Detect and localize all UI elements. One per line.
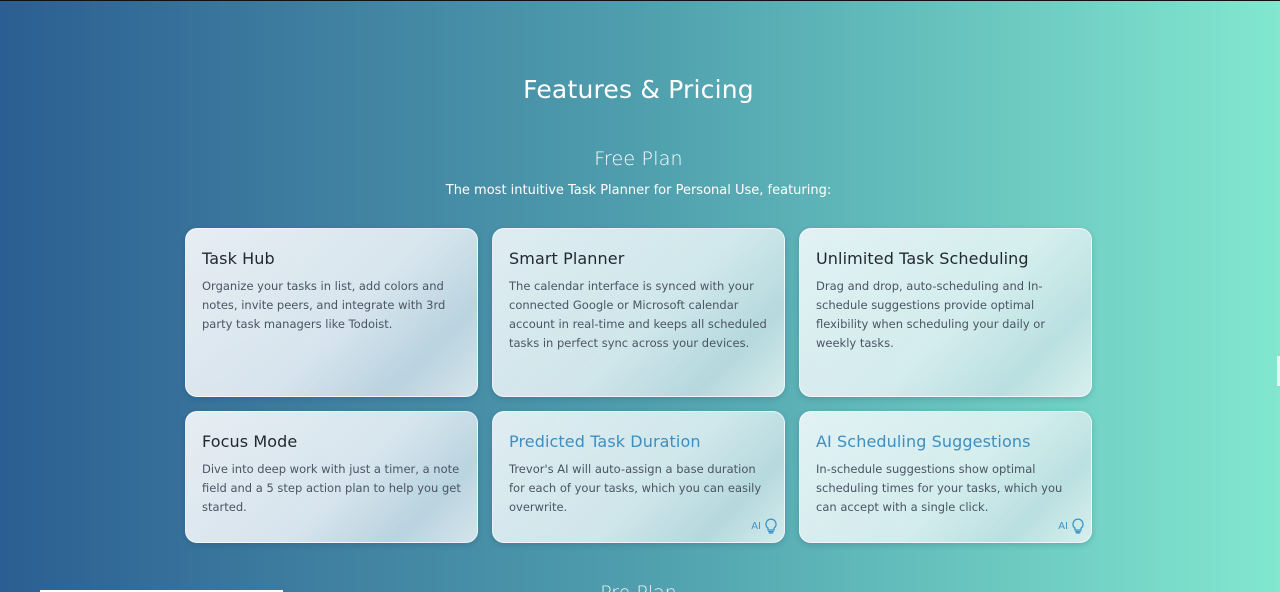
feature-card-smart-planner: Smart Planner The calendar interface is …	[492, 228, 785, 397]
plan-subtitle: The most intuitive Task Planner for Pers…	[445, 183, 832, 198]
feature-card-unlimited-scheduling: Unlimited Task Scheduling Drag and drop,…	[799, 228, 1092, 397]
feature-title: Unlimited Task Scheduling	[816, 249, 1029, 268]
ai-badge-label: AI	[751, 520, 761, 532]
feature-description: The calendar interface is synced with yo…	[509, 279, 767, 350]
lightbulb-icon	[1071, 518, 1085, 534]
feature-grid: Task Hub Organize your tasks in list, ad…	[185, 228, 1092, 543]
feature-card-focus-mode: Focus Mode Dive into deep work with just…	[185, 411, 478, 543]
ai-badge: AI	[751, 518, 778, 534]
feature-description: In-schedule suggestions show optimal sch…	[816, 462, 1063, 514]
feature-title: AI Scheduling Suggestions	[816, 432, 1031, 451]
feature-title: Smart Planner	[509, 249, 625, 268]
feature-title: Focus Mode	[202, 432, 298, 451]
feature-description: Drag and drop, auto-scheduling and In-sc…	[816, 279, 1046, 350]
feature-card-predicted-duration: Predicted Task Duration Trevor's AI will…	[492, 411, 785, 543]
ai-badge-label: AI	[1058, 520, 1068, 532]
ai-badge: AI	[1058, 518, 1085, 534]
feature-description: Organize your tasks in list, add colors …	[202, 279, 446, 331]
feature-card-task-hub: Task Hub Organize your tasks in list, ad…	[185, 228, 478, 397]
feature-description: Trevor's AI will auto-assign a base dura…	[509, 462, 762, 514]
page-title: Features & Pricing	[523, 74, 754, 104]
feature-card-ai-suggestions: AI Scheduling Suggestions In-schedule su…	[799, 411, 1092, 543]
feature-title: Predicted Task Duration	[509, 432, 701, 451]
feature-title: Task Hub	[202, 249, 275, 268]
top-border	[0, 0, 1280, 1]
lightbulb-icon	[764, 518, 778, 534]
plan-title: Free Plan	[594, 147, 683, 170]
feature-description: Dive into deep work with just a timer, a…	[202, 462, 461, 514]
